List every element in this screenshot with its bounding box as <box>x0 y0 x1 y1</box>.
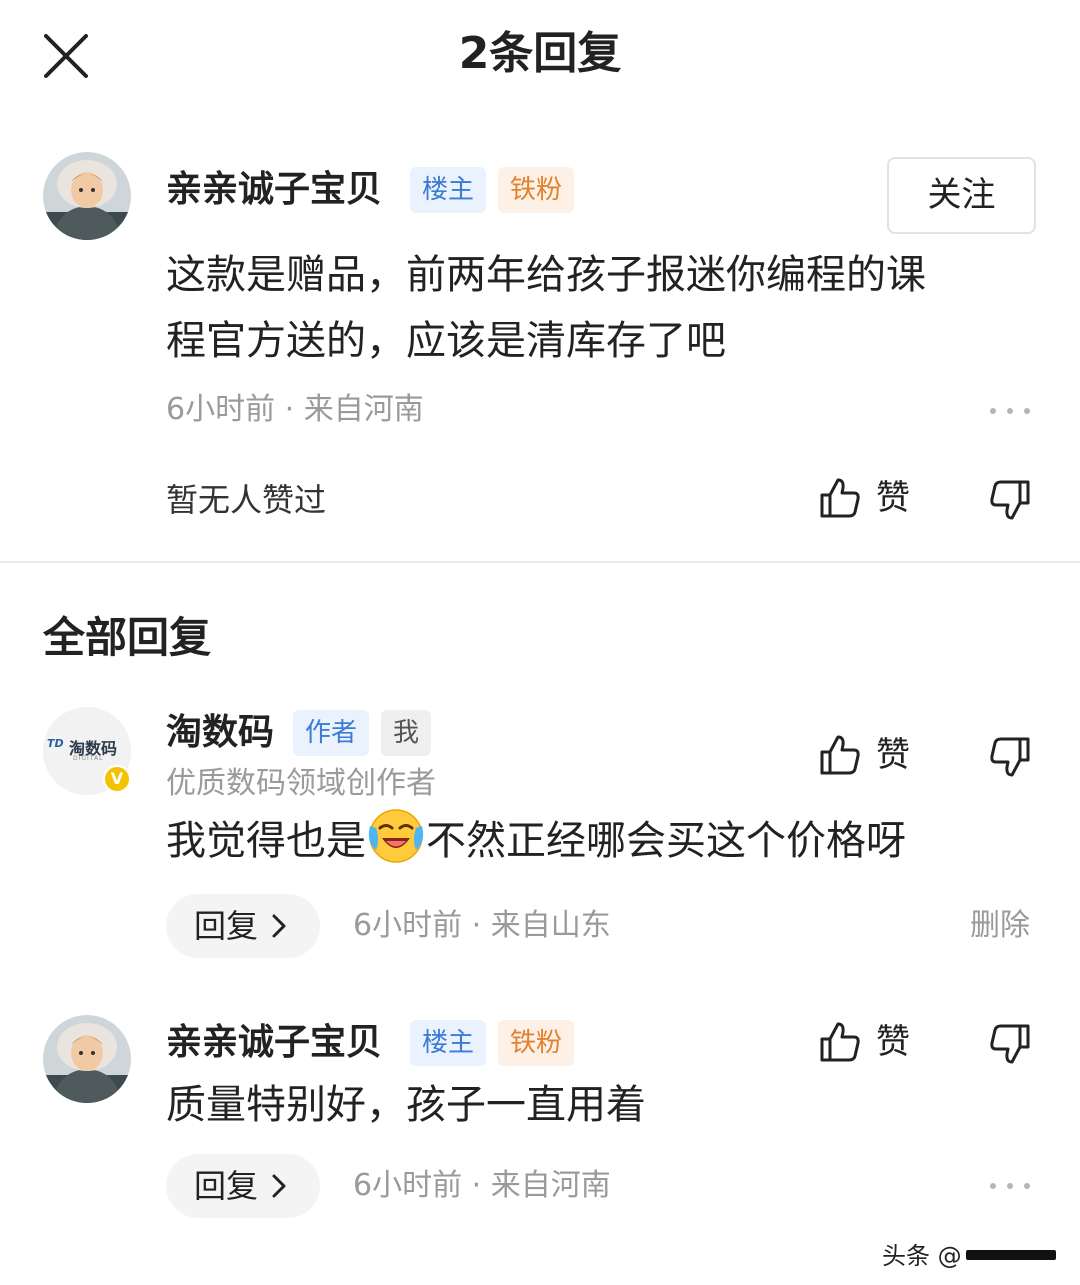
reply-meta: 6小时前 · 来自河南 <box>353 1168 611 1203</box>
reply-text: 我觉得也是 不然正经哪会买这个价格呀 <box>166 806 906 874</box>
comment-meta: 6小时前 · 来自河南 <box>166 392 424 427</box>
avatar[interactable]: TD 淘数码 DIGITAL V <box>43 707 131 795</box>
thumbs-down-icon[interactable] <box>988 478 1032 522</box>
username[interactable]: 亲亲诚子宝贝 <box>166 167 382 213</box>
like-label: 赞 <box>876 1022 910 1062</box>
chevron-right-icon <box>272 914 286 938</box>
watermark-text: 头条 @ <box>882 1242 962 1270</box>
owner-badge: 楼主 <box>410 1020 487 1066</box>
like-label: 赞 <box>876 478 910 518</box>
thumbs-up-icon <box>820 1022 860 1062</box>
reply-text-before: 我觉得也是 <box>166 818 366 864</box>
fan-badge: 铁粉 <box>498 1020 575 1066</box>
like-button[interactable]: 赞 <box>818 733 928 779</box>
me-badge: 我 <box>381 710 432 756</box>
thumbs-up-icon <box>820 735 860 775</box>
redacted-name-bar <box>965 1250 1056 1260</box>
like-label: 赞 <box>876 735 910 775</box>
creator-subtitle: 优质数码领域创作者 <box>166 766 436 801</box>
section-divider <box>0 561 1080 563</box>
verified-icon: V <box>103 765 131 793</box>
reply-meta: 6小时前 · 来自山东 <box>353 908 611 943</box>
watermark: 头条 @ <box>882 1236 1056 1276</box>
thumbs-down-icon[interactable] <box>988 1022 1032 1066</box>
reply-label: 回复 <box>194 907 259 945</box>
section-title: 全部回复 <box>43 613 212 662</box>
username[interactable]: 淘数码 <box>166 710 274 756</box>
like-button[interactable]: 赞 <box>818 1020 928 1066</box>
avatar-photo <box>43 152 131 240</box>
chevron-right-icon <box>272 1174 286 1198</box>
fan-badge: 铁粉 <box>498 167 575 213</box>
more-dots-icon[interactable] <box>990 1181 1034 1191</box>
avatar[interactable] <box>43 152 131 240</box>
reply-text-after: 不然正经哪会买这个价格呀 <box>426 818 906 864</box>
logo-subtext: DIGITAL <box>73 755 104 762</box>
crying-laughing-emoji <box>368 809 424 863</box>
thumbs-down-icon[interactable] <box>988 735 1032 779</box>
thumbs-up-icon <box>820 478 860 518</box>
reply-button[interactable]: 回复 <box>166 894 320 958</box>
delete-button[interactable]: 删除 <box>970 906 1030 946</box>
owner-badge: 楼主 <box>410 167 487 213</box>
follow-button[interactable]: 关注 <box>887 157 1036 234</box>
reply-button[interactable]: 回复 <box>166 1154 320 1218</box>
username[interactable]: 亲亲诚子宝贝 <box>166 1020 382 1066</box>
reply-label: 回复 <box>194 1167 259 1205</box>
more-dots-icon[interactable] <box>990 406 1034 416</box>
comment-text-line-2: 程官方送的，应该是清库存了吧 <box>166 318 726 364</box>
avatar-photo <box>43 1015 131 1103</box>
page-title: 2条回复 <box>458 28 622 79</box>
no-likes-text: 暂无人赞过 <box>166 481 327 519</box>
author-badge: 作者 <box>293 710 370 756</box>
logo-mark: TD <box>47 737 64 750</box>
reply-text: 质量特别好，孩子一直用着 <box>166 1082 646 1128</box>
avatar[interactable] <box>43 1015 131 1103</box>
like-button[interactable]: 赞 <box>818 476 928 522</box>
comment-text-line-1: 这款是赠品，前两年给孩子报迷你编程的课 <box>166 252 926 298</box>
